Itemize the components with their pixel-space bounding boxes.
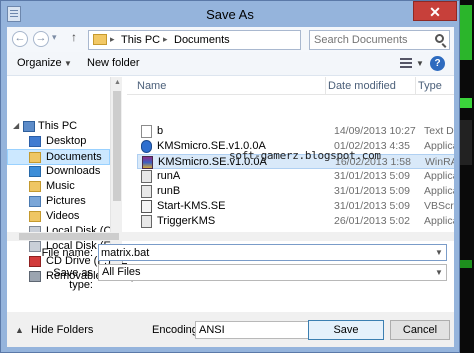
breadcrumb-separator-icon[interactable]: ▸ bbox=[163, 34, 168, 45]
filename-label: File name: bbox=[41, 247, 93, 259]
collapse-chevron-icon[interactable]: ◢ bbox=[13, 121, 19, 130]
watermark-text: soft-gamerz.blogspot.com bbox=[229, 149, 381, 162]
column-type[interactable]: Type bbox=[418, 80, 442, 92]
save-type-select[interactable]: All Files ▼ bbox=[98, 264, 447, 281]
scroll-up-icon[interactable]: ▲ bbox=[114, 79, 121, 86]
breadcrumb-separator-icon[interactable]: ▸ bbox=[110, 34, 115, 45]
help-icon[interactable]: ? bbox=[430, 56, 445, 71]
script-file-icon bbox=[141, 200, 152, 213]
documents-folder-icon bbox=[29, 152, 41, 163]
nav-item-videos[interactable]: Videos bbox=[7, 209, 110, 225]
column-name[interactable]: Name bbox=[137, 80, 166, 92]
nav-item-this-pc[interactable]: ◢ This PC bbox=[7, 119, 110, 135]
scroll-thumb[interactable] bbox=[113, 91, 121, 201]
dialog-client: ← → ▾ ↑ ▸ This PC ▸ Documents ▾ ↻ Organi… bbox=[7, 27, 454, 347]
nav-item-music[interactable]: Music bbox=[7, 179, 110, 195]
scroll-thumb[interactable] bbox=[19, 233, 119, 240]
file-row[interactable]: TriggerKMS 26/01/2013 5:02 Application bbox=[137, 214, 454, 229]
dialog-footer: ▲Hide Folders Encoding: ANSI ▼ Save Canc… bbox=[7, 312, 454, 347]
new-folder-button[interactable]: New folder bbox=[87, 57, 140, 69]
encoding-label: Encoding: bbox=[152, 324, 201, 336]
nav-item-desktop[interactable]: Desktop bbox=[7, 134, 110, 150]
file-row[interactable]: runB 31/01/2013 5:09 Application bbox=[137, 184, 454, 199]
downloads-folder-icon bbox=[29, 166, 41, 177]
pictures-folder-icon bbox=[29, 196, 41, 207]
close-button[interactable]: ✕ bbox=[413, 1, 457, 21]
videos-folder-icon bbox=[29, 211, 41, 222]
file-row[interactable]: runA 31/01/2013 5:09 Application bbox=[137, 169, 454, 184]
save-button[interactable]: Save bbox=[308, 320, 384, 340]
file-row[interactable]: b 14/09/2013 10:27 Text Docume bbox=[137, 124, 454, 139]
recent-locations-chevron-icon[interactable]: ▾ bbox=[52, 32, 57, 43]
winrar-file-icon bbox=[142, 156, 153, 169]
nav-item-pictures[interactable]: Pictures bbox=[7, 194, 110, 210]
forward-arrow-icon[interactable]: → bbox=[33, 31, 49, 47]
search-box[interactable] bbox=[309, 30, 450, 50]
app-file-icon bbox=[141, 140, 152, 153]
save-type-label: Save as type: bbox=[53, 267, 93, 291]
text-file-icon bbox=[141, 125, 152, 138]
view-options-icon[interactable] bbox=[400, 58, 412, 68]
computer-icon bbox=[23, 121, 35, 132]
search-input[interactable] bbox=[314, 33, 432, 47]
app-file-icon bbox=[141, 185, 152, 198]
desktop-folder-icon bbox=[29, 136, 41, 147]
filename-input[interactable] bbox=[101, 246, 421, 259]
cancel-button[interactable]: Cancel bbox=[390, 320, 450, 340]
address-row: ← → ▾ ↑ ▸ This PC ▸ Documents ▾ ↻ bbox=[7, 27, 454, 52]
command-bar: Organize ▼ New folder ▼ ? bbox=[7, 52, 454, 76]
save-type-chevron-icon[interactable]: ▼ bbox=[435, 268, 443, 277]
column-header: Name Date modified Type bbox=[127, 77, 454, 95]
title-bar[interactable]: Save As ✕ bbox=[1, 1, 459, 27]
save-as-dialog: Save As ✕ ← → ▾ ↑ ▸ This PC ▸ Documents … bbox=[0, 0, 460, 353]
address-bar[interactable]: ▸ This PC ▸ Documents ▾ ↻ bbox=[88, 30, 378, 50]
organize-chevron-icon[interactable]: ▼ bbox=[64, 59, 72, 68]
view-chevron-icon[interactable]: ▼ bbox=[416, 59, 424, 68]
nav-item-downloads[interactable]: Downloads bbox=[7, 164, 110, 180]
horizontal-scrollbar[interactable] bbox=[7, 232, 454, 241]
chevron-up-icon: ▲ bbox=[15, 325, 24, 335]
folder-icon bbox=[93, 34, 107, 45]
file-row[interactable]: Start-KMS.SE 31/01/2013 5:09 VBScript Sc… bbox=[137, 199, 454, 214]
window-title: Save As bbox=[206, 7, 254, 22]
filename-field[interactable]: ▼ bbox=[98, 244, 447, 261]
breadcrumb-documents[interactable]: Documents bbox=[174, 34, 230, 46]
nav-item-documents[interactable]: Documents bbox=[7, 149, 110, 165]
filename-dropdown-chevron-icon[interactable]: ▼ bbox=[435, 248, 443, 257]
breadcrumb-this-pc[interactable]: This PC bbox=[121, 34, 160, 46]
app-file-icon bbox=[141, 170, 152, 183]
app-file-icon bbox=[141, 215, 152, 228]
hide-folders-button[interactable]: ▲ Hide Folders bbox=[15, 324, 93, 336]
search-icon[interactable] bbox=[435, 34, 444, 43]
column-date-modified[interactable]: Date modified bbox=[328, 80, 396, 92]
organize-button[interactable]: Organize bbox=[17, 57, 62, 69]
up-arrow-icon[interactable]: ↑ bbox=[67, 30, 81, 46]
music-folder-icon bbox=[29, 181, 41, 192]
back-arrow-icon[interactable]: ← bbox=[12, 31, 28, 47]
